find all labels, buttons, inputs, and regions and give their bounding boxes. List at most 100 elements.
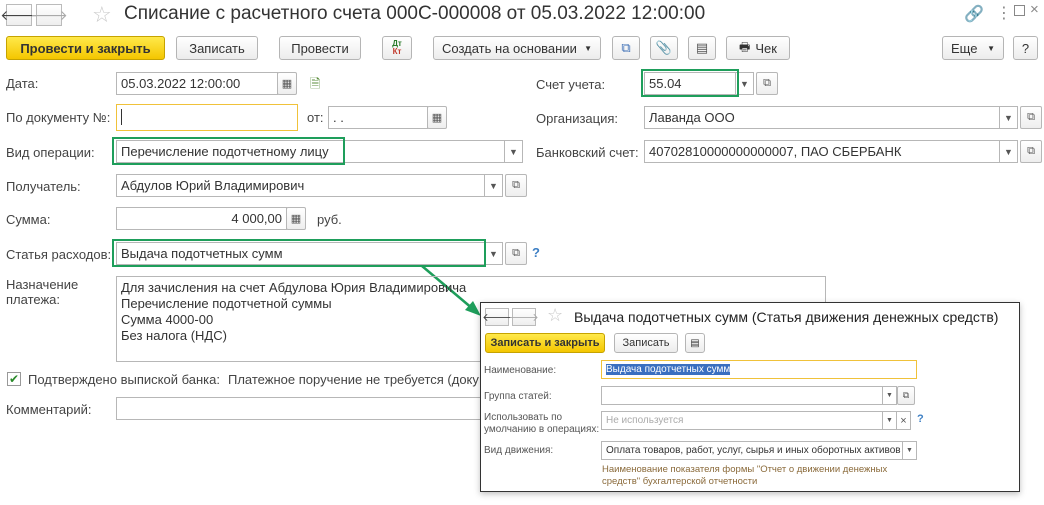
popup-group-field[interactable] (601, 386, 883, 405)
bank-account-open-button[interactable]: ⧉ (1020, 140, 1042, 163)
bank-account-field[interactable]: 40702810000000000007, ПАО СБЕРБАНК (644, 140, 1000, 163)
clear-icon: × (900, 414, 907, 427)
more-menu-icon[interactable]: ⋮ (996, 3, 1012, 23)
organization-field[interactable]: Лаванда ООО (644, 106, 1000, 129)
account-label: Счет учета: (536, 77, 606, 92)
close-icon[interactable]: × (1030, 1, 1039, 18)
popup-save-close-button[interactable]: Записать и закрыть (485, 333, 605, 353)
calendar-icon: ▦ (281, 78, 293, 90)
popup-hint-line-2: средств" бухгалтерской отчетности (602, 476, 758, 487)
calculator-icon: ▦ (290, 213, 302, 225)
popup-movement-hint: Наименование показателя формы "Отчет о д… (602, 464, 887, 488)
confirmed-label: Подтверждено выпиской банка: (28, 372, 220, 387)
popup-default-label-line-2: умолчанию в операциях: (484, 424, 600, 435)
popup-default-field[interactable]: Не используется (601, 411, 883, 430)
post-button[interactable]: Провести (279, 36, 361, 60)
popup-group-dropdown[interactable]: ▼ (883, 386, 897, 405)
organization-open-button[interactable]: ⧉ (1020, 106, 1042, 129)
paperclip-icon: 📎 (655, 40, 673, 55)
purpose-label: Назначение платежа: (6, 277, 78, 307)
recipient-dropdown[interactable]: ▼ (485, 174, 503, 197)
open-icon: ⧉ (1027, 145, 1035, 157)
purpose-label-line-2: платежа: (6, 292, 60, 307)
popup-report-button[interactable]: ▤ (685, 333, 705, 353)
sum-field[interactable]: 4 000,00 (116, 207, 287, 230)
arrow-right-icon: 🡒 (30, 6, 68, 23)
from-label: от: (307, 110, 324, 125)
open-icon: ⧉ (1027, 111, 1035, 123)
comment-label: Комментарий: (6, 402, 92, 417)
chevron-down-icon: ▼ (906, 447, 913, 454)
expense-open-button[interactable]: ⧉ (505, 242, 527, 265)
popup-save-button[interactable]: Записать (614, 333, 678, 353)
payment-order-link[interactable]: Платежное поручение не требуется (доку (228, 372, 479, 387)
back-button[interactable]: 🡐 (0, 4, 38, 26)
popup-movement-dropdown[interactable]: ▼ (903, 441, 917, 460)
operation-dropdown[interactable]: ▼ (505, 140, 523, 163)
structure-button[interactable]: ⧉ (612, 36, 640, 60)
confirmed-checkbox[interactable]: ✔ (7, 372, 21, 386)
help-button[interactable]: ? (1013, 36, 1038, 60)
from-calendar-button[interactable]: ▦ (427, 106, 447, 129)
calculator-button[interactable]: ▦ (286, 207, 306, 230)
purpose-line: Для зачисления на счет Абдулова Юрия Вла… (121, 280, 467, 295)
popup-group-open-button[interactable]: ⧉ (897, 386, 915, 405)
attach-button[interactable]: 📎 (650, 36, 678, 60)
popup-default-help-icon[interactable]: ? (917, 413, 924, 425)
report-icon: ▤ (690, 337, 700, 349)
chevron-down-icon: ▼ (1004, 146, 1013, 157)
chevron-down-icon: ▼ (1004, 112, 1013, 123)
popup-default-label: Использовать по умолчанию в операциях: (484, 412, 599, 436)
recipient-open-button[interactable]: ⧉ (505, 174, 527, 197)
operation-label: Вид операции: (6, 145, 95, 160)
popup-default-clear[interactable]: × (897, 411, 911, 430)
from-date-field[interactable]: . . (328, 106, 428, 129)
dt-kt-button[interactable]: Дт Кт (382, 36, 412, 60)
popup-forward-button[interactable]: 🡒 (509, 308, 539, 326)
save-button[interactable]: Записать (176, 36, 258, 60)
recipient-field[interactable]: Абдулов Юрий Владимирович (116, 174, 485, 197)
chevron-down-icon: ▼ (489, 248, 498, 259)
popup-default-dropdown[interactable]: ▼ (883, 411, 897, 430)
calendar-button[interactable]: ▦ (277, 72, 297, 95)
popup-name-field[interactable]: Выдача подотчетных сумм (601, 360, 917, 379)
report-icon: ▤ (695, 40, 709, 55)
create-based-on-button[interactable]: Создать на основании ▼ (433, 36, 601, 60)
organization-dropdown[interactable]: ▼ (1000, 106, 1018, 129)
expense-dropdown[interactable]: ▼ (485, 242, 503, 265)
operation-highlight (112, 137, 345, 165)
sum-label: Сумма: (6, 212, 51, 227)
popup-name-value: Выдача подотчетных сумм (606, 364, 731, 375)
open-icon: ⧉ (902, 390, 910, 400)
bank-account-dropdown[interactable]: ▼ (1000, 140, 1018, 163)
expense-help-icon[interactable]: ? (532, 245, 540, 260)
chevron-down-icon: ▼ (584, 43, 592, 53)
link-icon[interactable]: 🔗 (964, 4, 984, 24)
chevron-down-icon: ▼ (886, 392, 893, 399)
popup-title: Выдача подотчетных сумм (Статья движения… (574, 309, 999, 325)
popup-movement-field[interactable]: Оплата товаров, работ, услуг, сырья и ин… (601, 441, 903, 460)
popup-back-button[interactable]: 🡐 (482, 308, 512, 326)
recipient-label: Получатель: (6, 179, 81, 194)
doc-number-field[interactable] (116, 104, 298, 131)
popup-star-icon[interactable]: ☆ (547, 305, 563, 326)
structure-icon: ⧉ (621, 40, 631, 55)
checkmark-icon: ✔ (8, 372, 20, 386)
text-cursor (121, 109, 122, 125)
favorite-star-icon[interactable]: ☆ (92, 2, 112, 28)
chevron-down-icon: ▼ (509, 146, 518, 157)
account-open-button[interactable]: ⧉ (756, 72, 778, 95)
maximize-icon[interactable] (1014, 5, 1025, 16)
report-button[interactable]: ▤ (688, 36, 716, 60)
document-check-icon[interactable]: 🗎 (310, 75, 320, 97)
arrow-right-icon: 🡒 (509, 312, 539, 324)
account-highlight (641, 69, 739, 97)
comment-field[interactable] (116, 397, 486, 420)
bank-account-label: Банковский счет: (536, 145, 639, 160)
receipt-label: Чек (755, 40, 777, 56)
forward-button[interactable]: 🡒 (30, 4, 68, 26)
post-and-close-button[interactable]: Провести и закрыть (6, 36, 165, 60)
more-button[interactable]: Еще ▼ (942, 36, 1004, 60)
date-field[interactable]: 05.03.2022 12:00:00 (116, 72, 278, 95)
receipt-button[interactable]: 🖶 Чек (726, 36, 790, 60)
